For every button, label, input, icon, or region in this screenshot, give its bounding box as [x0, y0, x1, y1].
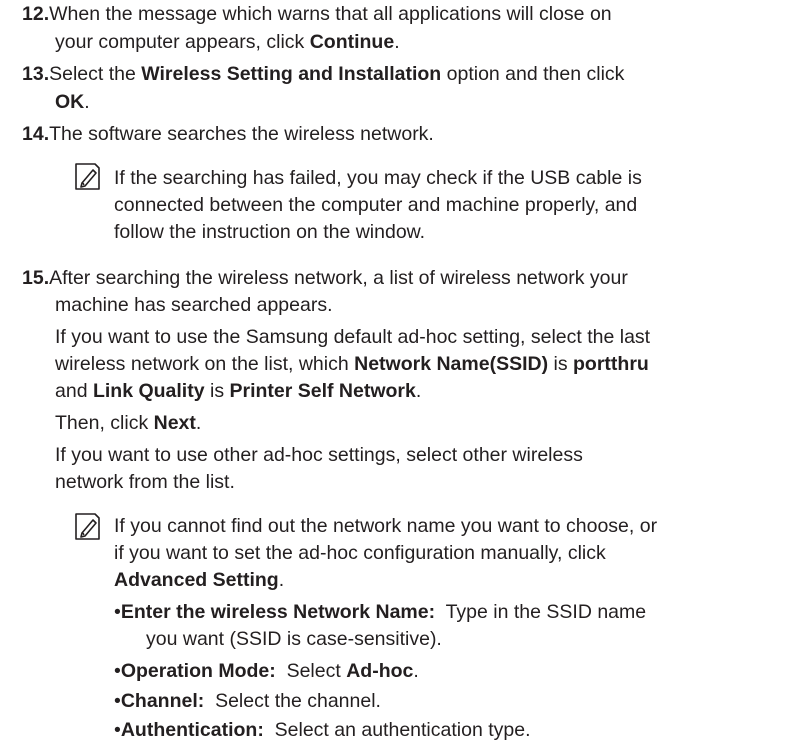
bullet-item-continuation: you want (SSID is case-sensitive). [146, 628, 442, 650]
step-15-line-2: machine has searched appears. [55, 294, 333, 316]
step-15-para-4-line-2: network from the list. [55, 471, 235, 493]
bullet-item: •Enter the wireless Network Name: Type i… [114, 601, 647, 623]
note-1-line-3: follow the instruction on the window. [114, 221, 426, 243]
bullet-item: •Operation Mode: Select Ad-hoc. [114, 660, 419, 682]
step-15-line-1: 15.After searching the wireless network,… [22, 267, 628, 289]
note-2-line-3: Advanced Setting. [114, 569, 285, 591]
step-15-para-3: Then, click Next. [55, 412, 202, 434]
document-page: 12.When the message which warns that all… [0, 0, 794, 743]
step-12-line-2: your computer appears, click Continue. [55, 31, 400, 53]
bullet-item: •Channel: Select the channel. [114, 690, 381, 712]
bullet-item: •Authentication: Select an authenticatio… [114, 719, 531, 741]
step-15-para-2-line-1: If you want to use the Samsung default a… [55, 326, 651, 348]
note-2-line-2: if you want to set the ad-hoc configurat… [114, 542, 606, 564]
step-13-line-1: 13.Select the Wireless Setting and Insta… [22, 63, 625, 85]
step-12-line-1: 12.When the message which warns that all… [22, 3, 612, 25]
step-14-line-1: 14.The software searches the wireless ne… [22, 123, 434, 145]
step-15-para-2-line-2: wireless network on the list, which Netw… [55, 353, 649, 375]
note-2-line-1: If you cannot find out the network name … [114, 515, 658, 537]
step-13-line-2: OK. [55, 91, 90, 113]
step-15-para-4-line-1: If you want to use other ad-hoc settings… [55, 444, 583, 466]
note-1-line-1: If the searching has failed, you may che… [114, 167, 642, 189]
note-1-line-2: connected between the computer and machi… [114, 194, 638, 216]
note-pencil-icon [75, 513, 100, 540]
note-pencil-icon [75, 163, 100, 190]
step-15-para-2-line-3: and Link Quality is Printer Self Network… [55, 380, 422, 402]
